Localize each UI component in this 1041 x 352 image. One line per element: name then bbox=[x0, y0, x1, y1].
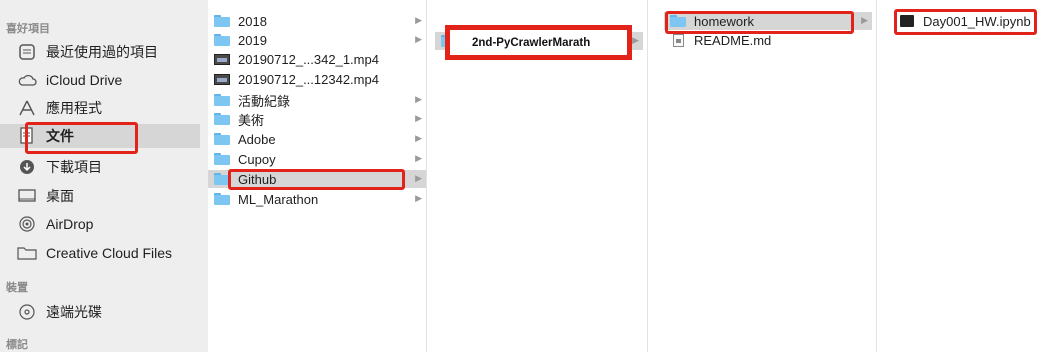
sidebar-item-label: 應用程式 bbox=[46, 100, 102, 116]
sidebar-item-applications[interactable]: 應用程式 bbox=[0, 96, 200, 120]
applications-icon bbox=[16, 98, 38, 118]
folder-icon bbox=[212, 132, 232, 146]
video-file-icon bbox=[212, 72, 232, 86]
downloads-icon bbox=[16, 157, 38, 177]
list-item[interactable]: 20190712_...342_1.mp4 bbox=[212, 50, 426, 68]
sidebar: 喜好項目 最近使用過的項目 iCloud Drive 應用程式 文件 下載項目 bbox=[0, 0, 208, 352]
recents-icon bbox=[16, 42, 38, 62]
folder-icon bbox=[212, 33, 232, 47]
cloud-icon bbox=[16, 70, 38, 90]
list-item[interactable]: 20190712_...12342.mp4 bbox=[212, 70, 426, 88]
tags-header: 標記 bbox=[6, 339, 28, 351]
chevron-right-icon: ▶ bbox=[415, 173, 422, 183]
folder-icon bbox=[212, 112, 232, 126]
sidebar-item-desktop[interactable]: 桌面 bbox=[0, 184, 200, 208]
sidebar-item-label: iCloud Drive bbox=[46, 72, 123, 88]
highlight-box-notebook bbox=[894, 9, 1037, 35]
sidebar-item-label: AirDrop bbox=[46, 216, 94, 232]
chevron-right-icon: ▶ bbox=[861, 15, 868, 25]
sidebar-item-downloads[interactable]: 下載項目 bbox=[0, 155, 200, 179]
chevron-right-icon: ▶ bbox=[415, 193, 422, 203]
desktop-icon bbox=[16, 186, 38, 206]
devices-header: 裝置 bbox=[6, 282, 28, 294]
sidebar-item-label: 最近使用過的項目 bbox=[46, 44, 158, 60]
favorites-header: 喜好項目 bbox=[6, 23, 50, 35]
list-item[interactable]: ML_Marathon ▶ bbox=[212, 190, 426, 208]
video-file-icon bbox=[212, 52, 232, 66]
list-item[interactable]: 活動紀錄 ▶ bbox=[212, 91, 426, 109]
list-item[interactable]: Adobe ▶ bbox=[212, 130, 426, 148]
chevron-right-icon: ▶ bbox=[415, 94, 422, 104]
remote-disc-icon bbox=[16, 302, 38, 322]
list-item[interactable]: 美術 ▶ bbox=[212, 110, 426, 128]
folder-icon bbox=[212, 192, 232, 206]
sidebar-item-airdrop[interactable]: AirDrop bbox=[0, 212, 200, 236]
sidebar-item-creative-cloud[interactable]: Creative Cloud Files bbox=[0, 241, 200, 265]
sidebar-item-label: 下載項目 bbox=[46, 159, 102, 175]
chevron-right-icon: ▶ bbox=[415, 113, 422, 123]
sidebar-item-label: 桌面 bbox=[46, 188, 74, 204]
sidebar-item-icloud[interactable]: iCloud Drive bbox=[0, 68, 200, 92]
folder-icon bbox=[212, 93, 232, 107]
highlight-box-github bbox=[228, 169, 405, 190]
highlight-box-pycrawler: 2nd-PyCrawlerMarath bbox=[445, 25, 632, 60]
folder-icon bbox=[212, 14, 232, 28]
sidebar-item-recents[interactable]: 最近使用過的項目 bbox=[0, 40, 200, 64]
highlight-box-homework bbox=[665, 11, 854, 34]
chevron-right-icon: ▶ bbox=[415, 15, 422, 25]
sidebar-item-label: 遠端光碟 bbox=[46, 304, 102, 320]
list-item[interactable]: 2018 ▶ bbox=[212, 12, 426, 30]
sidebar-item-label: Creative Cloud Files bbox=[46, 245, 173, 261]
column-4: Day001_HW.ipynb bbox=[877, 0, 1041, 352]
chevron-right-icon: ▶ bbox=[415, 153, 422, 163]
highlight-box-documents bbox=[25, 122, 138, 154]
pycrawler-label: 2nd-PyCrawlerMarath bbox=[472, 36, 591, 49]
list-item[interactable]: 2019 ▶ bbox=[212, 31, 426, 49]
chevron-right-icon: ▶ bbox=[415, 133, 422, 143]
folder-icon bbox=[16, 243, 38, 263]
column-3: homework ▶ README.md bbox=[648, 0, 876, 352]
document-icon bbox=[668, 33, 688, 47]
sidebar-item-remote-disc[interactable]: 遠端光碟 bbox=[0, 300, 200, 324]
chevron-right-icon: ▶ bbox=[632, 35, 639, 45]
folder-icon bbox=[212, 152, 232, 166]
airdrop-icon bbox=[16, 214, 38, 234]
chevron-right-icon: ▶ bbox=[415, 34, 422, 44]
list-item[interactable]: Cupoy ▶ bbox=[212, 150, 426, 168]
